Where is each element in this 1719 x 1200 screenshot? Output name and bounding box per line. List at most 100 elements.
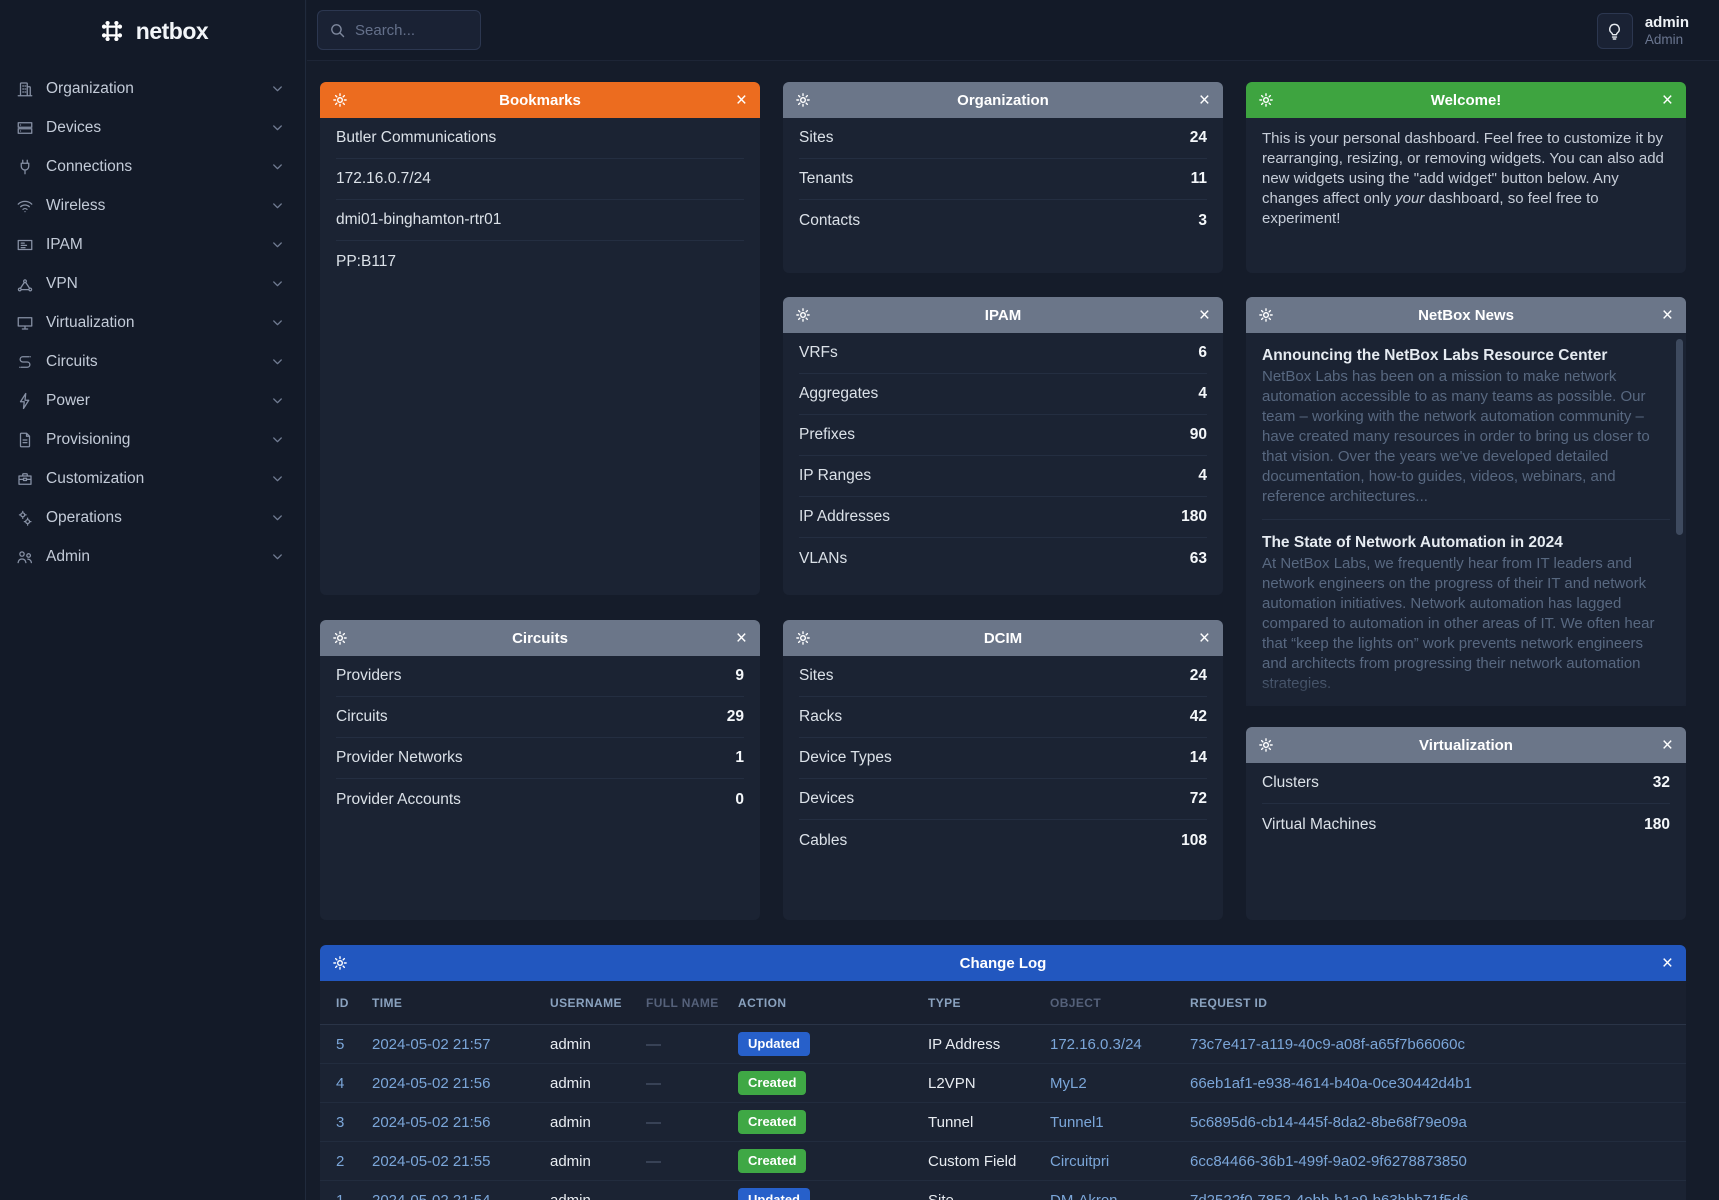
- stat-label[interactable]: Providers: [336, 667, 401, 685]
- changelog-request-id-link[interactable]: 66eb1af1-e938-4614-b40a-0ce30442d4b1: [1190, 1075, 1670, 1092]
- column-header-full-name[interactable]: Full Name: [646, 996, 736, 1010]
- stat-label[interactable]: Provider Networks: [336, 749, 463, 767]
- close-icon[interactable]: ×: [1662, 727, 1673, 763]
- stat-label[interactable]: IP Addresses: [799, 508, 890, 526]
- close-icon[interactable]: ×: [1662, 297, 1673, 333]
- gear-icon[interactable]: [332, 945, 348, 981]
- changelog-request-id-link[interactable]: 7d2522f0-7852-4ebb-b1a9-b63bbb71f5d6: [1190, 1192, 1670, 1200]
- scrollbar-thumb[interactable]: [1676, 339, 1683, 535]
- column-header-time[interactable]: Time: [372, 996, 548, 1010]
- column-header-id[interactable]: ID: [336, 996, 370, 1010]
- stat-label[interactable]: IP Ranges: [799, 467, 871, 485]
- stat-label[interactable]: Tenants: [799, 170, 853, 188]
- user-menu[interactable]: admin Admin: [1645, 14, 1689, 48]
- changelog-object-link[interactable]: DM-Akron: [1050, 1192, 1188, 1200]
- changelog-time-link[interactable]: 2024-05-02 21:55: [372, 1153, 548, 1170]
- gear-icon[interactable]: [795, 82, 811, 118]
- column-header-type[interactable]: Type: [928, 996, 1048, 1010]
- sidebar-item-provisioning[interactable]: Provisioning: [0, 420, 305, 459]
- changelog-request-id-link[interactable]: 6cc84466-36b1-499f-9a02-9f6278873850: [1190, 1153, 1670, 1170]
- theme-toggle-button[interactable]: [1597, 13, 1633, 49]
- stat-value: 6: [1198, 344, 1207, 362]
- stat-label[interactable]: Sites: [799, 667, 833, 685]
- close-icon[interactable]: ×: [736, 82, 747, 118]
- column-header-username[interactable]: Username: [550, 996, 644, 1010]
- changelog-id-link[interactable]: 5: [336, 1036, 370, 1053]
- search-box[interactable]: [317, 10, 481, 50]
- stat-label[interactable]: Cables: [799, 832, 847, 850]
- sidebar-item-virtualization[interactable]: Virtualization: [0, 303, 305, 342]
- changelog-action-cell: Created: [738, 1110, 926, 1134]
- sidebar-item-organization[interactable]: Organization: [0, 69, 305, 108]
- column-header-action[interactable]: Action: [738, 996, 926, 1010]
- changelog-username: admin: [550, 1153, 644, 1170]
- news-article-title[interactable]: The State of Network Automation in 2024: [1262, 532, 1670, 553]
- changelog-id-link[interactable]: 4: [336, 1075, 370, 1092]
- gear-icon[interactable]: [1258, 82, 1274, 118]
- sidebar-item-wireless[interactable]: Wireless: [0, 186, 305, 225]
- close-icon[interactable]: ×: [1199, 297, 1210, 333]
- widget-title: Change Log: [960, 955, 1047, 972]
- stat-label[interactable]: Circuits: [336, 708, 388, 726]
- stat-label[interactable]: VRFs: [799, 344, 838, 362]
- changelog-object-link[interactable]: 172.16.0.3/24: [1050, 1036, 1188, 1053]
- widget-change-log: Change Log × ID Time Username Full Name …: [320, 945, 1686, 1200]
- gear-icon[interactable]: [332, 82, 348, 118]
- column-header-object[interactable]: Object: [1050, 996, 1188, 1010]
- sidebar-item-operations[interactable]: Operations: [0, 498, 305, 537]
- gear-icon[interactable]: [795, 620, 811, 656]
- stat-label[interactable]: Device Types: [799, 749, 892, 767]
- stat-label[interactable]: Contacts: [799, 212, 860, 230]
- gear-icon[interactable]: [1258, 297, 1274, 333]
- close-icon[interactable]: ×: [1662, 82, 1673, 118]
- gear-icon[interactable]: [1258, 727, 1274, 763]
- sidebar-item-power[interactable]: Power: [0, 381, 305, 420]
- sidebar-item-admin[interactable]: Admin: [0, 537, 305, 576]
- gear-icon[interactable]: [332, 620, 348, 656]
- stat-label[interactable]: Clusters: [1262, 774, 1319, 792]
- gear-icon[interactable]: [795, 297, 811, 333]
- bookmark-link-dmi01-binghamton-rtr01[interactable]: dmi01-binghamton-rtr01: [336, 200, 744, 241]
- column-header-request-id[interactable]: Request ID: [1190, 996, 1670, 1010]
- changelog-request-id-link[interactable]: 5c6895d6-cb14-445f-8da2-8be68f79e09a: [1190, 1114, 1670, 1131]
- changelog-username: admin: [550, 1192, 644, 1200]
- sidebar-item-customization[interactable]: Customization: [0, 459, 305, 498]
- stat-label[interactable]: Provider Accounts: [336, 791, 461, 809]
- changelog-time-link[interactable]: 2024-05-02 21:57: [372, 1036, 548, 1053]
- close-icon[interactable]: ×: [1662, 945, 1673, 981]
- changelog-object-link[interactable]: Circuitpri: [1050, 1153, 1188, 1170]
- bookmark-link-pp-b117[interactable]: PP:B117: [336, 241, 744, 282]
- changelog-id-link[interactable]: 2: [336, 1153, 370, 1170]
- stat-label[interactable]: Virtual Machines: [1262, 816, 1376, 834]
- changelog-time-link[interactable]: 2024-05-02 21:56: [372, 1114, 548, 1131]
- stat-label[interactable]: Aggregates: [799, 385, 878, 403]
- close-icon[interactable]: ×: [736, 620, 747, 656]
- stat-row-cables: Cables 108: [799, 820, 1207, 861]
- changelog-time-link[interactable]: 2024-05-02 21:56: [372, 1075, 548, 1092]
- bookmark-link-172-16-0-7-24[interactable]: 172.16.0.7/24: [336, 159, 744, 200]
- table-row-4: 4 2024-05-02 21:56 admin — Created L2VPN…: [320, 1064, 1686, 1103]
- changelog-object-link[interactable]: Tunnel1: [1050, 1114, 1188, 1131]
- stat-label[interactable]: Prefixes: [799, 426, 855, 444]
- search-input[interactable]: [346, 22, 480, 39]
- changelog-request-id-link[interactable]: 73c7e417-a119-40c9-a08f-a65f7b66060c: [1190, 1036, 1670, 1053]
- sidebar-item-circuits[interactable]: Circuits: [0, 342, 305, 381]
- sidebar-item-connections[interactable]: Connections: [0, 147, 305, 186]
- stat-label[interactable]: VLANs: [799, 550, 847, 568]
- sidebar-item-ipam[interactable]: IPAM: [0, 225, 305, 264]
- sidebar-item-label: Customization: [46, 470, 144, 488]
- changelog-time-link[interactable]: 2024-05-02 21:54: [372, 1192, 548, 1200]
- close-icon[interactable]: ×: [1199, 82, 1210, 118]
- stat-label[interactable]: Sites: [799, 129, 833, 147]
- stat-label[interactable]: Racks: [799, 708, 842, 726]
- changelog-id-link[interactable]: 3: [336, 1114, 370, 1131]
- sidebar-item-vpn[interactable]: VPN: [0, 264, 305, 303]
- news-article-title[interactable]: Announcing the NetBox Labs Resource Cent…: [1262, 345, 1670, 366]
- changelog-object-link[interactable]: MyL2: [1050, 1075, 1188, 1092]
- changelog-id-link[interactable]: 1: [336, 1192, 370, 1200]
- netbox-logo[interactable]: netbox: [0, 0, 305, 62]
- stat-label[interactable]: Devices: [799, 790, 854, 808]
- bookmark-link-butler-communications[interactable]: Butler Communications: [336, 118, 744, 159]
- sidebar-item-devices[interactable]: Devices: [0, 108, 305, 147]
- close-icon[interactable]: ×: [1199, 620, 1210, 656]
